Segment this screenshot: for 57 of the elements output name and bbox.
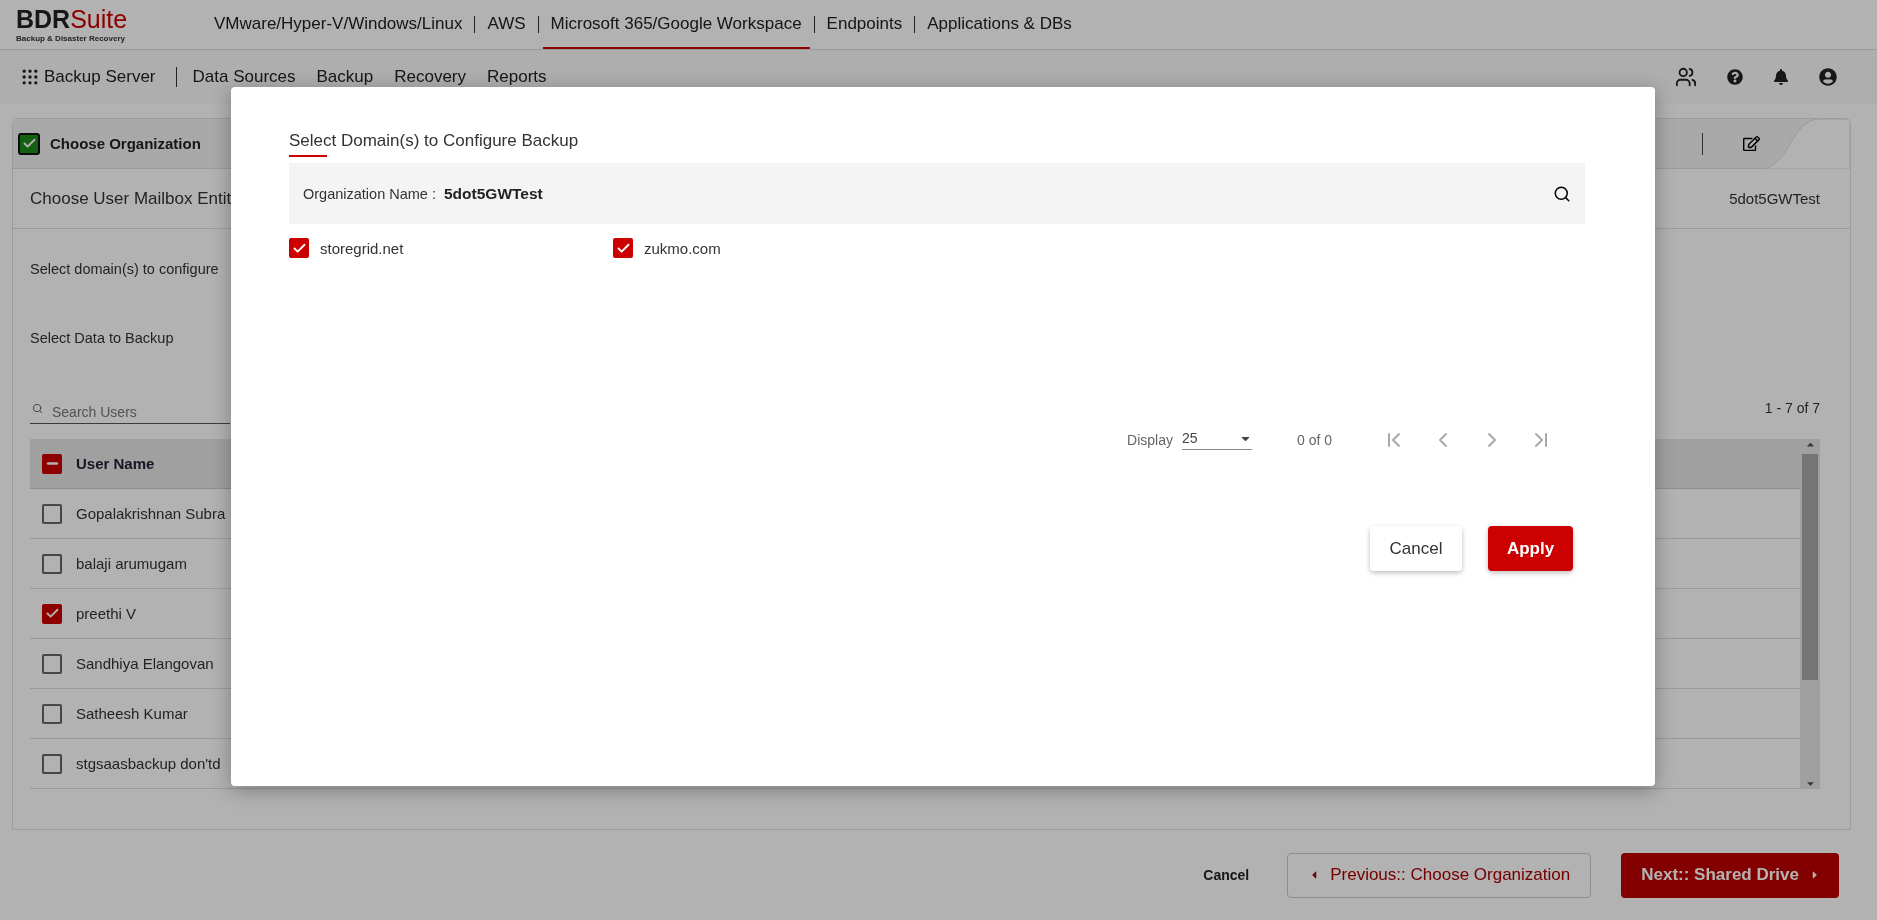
domain-label: zukmo.com (644, 239, 721, 257)
checkbox[interactable] (42, 453, 62, 474)
bell-icon[interactable] (1773, 69, 1789, 85)
column-header: User Name (76, 455, 155, 472)
search-icon[interactable] (1553, 184, 1571, 203)
page-count: 0 of 0 (1296, 432, 1332, 448)
dialog-title: Select Domain(s) to Configure Backup (289, 131, 579, 151)
edit-icon[interactable] (1743, 135, 1760, 152)
cancel-button[interactable]: Cancel (1370, 526, 1462, 571)
user-icon[interactable] (1819, 68, 1837, 86)
brand-tagline: Backup & Disaster Recovery (16, 33, 126, 43)
product-tab[interactable]: Endpoints (818, 0, 911, 49)
organization-label: Organization Name : (303, 185, 436, 202)
checkbox[interactable] (42, 653, 62, 674)
checkbox[interactable] (289, 238, 309, 258)
next-button[interactable]: Next:: Shared Drive (1621, 852, 1839, 898)
data-prompt: Select Data to Backup (30, 330, 174, 346)
checkbox[interactable] (42, 503, 62, 524)
nav-item[interactable]: Backup (316, 67, 374, 87)
page-size-select[interactable]: 25 (1181, 430, 1252, 450)
scrollbar[interactable] (1800, 439, 1820, 789)
table-cell: preethi V (76, 605, 137, 622)
table-cell: balaji arumugam (76, 555, 187, 572)
checkbox[interactable] (42, 753, 62, 774)
table-cell: Gopalakrishnan Subra (76, 505, 226, 522)
organization-value: 5dot5GWTest (444, 184, 543, 203)
product-tab[interactable]: AWS (479, 0, 534, 49)
table-cell: Sandhiya Elangovan (76, 655, 214, 672)
previous-button[interactable]: Previous:: Choose Organization (1287, 852, 1592, 898)
section-title: Choose User Mailbox Entit (30, 188, 232, 209)
help-icon[interactable] (1727, 69, 1743, 85)
product-tab[interactable]: VMware/Hyper-V/Windows/Linux (206, 0, 471, 49)
step-label: Choose Organization (50, 135, 201, 152)
search-field[interactable]: Search Users (30, 404, 230, 424)
search-icon (32, 403, 43, 414)
checkbox[interactable] (42, 553, 62, 574)
table-cell: stgsaasbackup don'td (76, 755, 221, 772)
checkbox[interactable] (613, 238, 633, 258)
apps-grid-icon (20, 67, 40, 87)
domains-prompt: Select domain(s) to configure (30, 261, 219, 277)
product-tab[interactable]: Applications & DBs (919, 0, 1080, 49)
nav-item[interactable]: Reports (487, 67, 547, 87)
organization-name: 5dot5GWTest (1729, 190, 1820, 207)
nav-item[interactable]: Recovery (394, 67, 466, 87)
display-label: Display (1127, 432, 1173, 448)
nav-item[interactable]: Data Sources (192, 67, 296, 87)
checkbox[interactable] (42, 703, 62, 724)
checkbox[interactable] (42, 603, 62, 624)
backup-server-menu[interactable]: Backup Server (20, 67, 177, 87)
cancel-button[interactable]: Cancel (1197, 866, 1256, 884)
domain-label: storegrid.net (320, 239, 404, 257)
brand-logo: BDRSuite (16, 6, 129, 32)
users-icon[interactable] (1675, 66, 1697, 88)
check-icon (44, 606, 60, 621)
apply-button[interactable]: Apply (1488, 526, 1573, 571)
range-text: 1 - 7 of 7 (1764, 400, 1820, 416)
table-cell: Satheesh Kumar (76, 705, 188, 722)
